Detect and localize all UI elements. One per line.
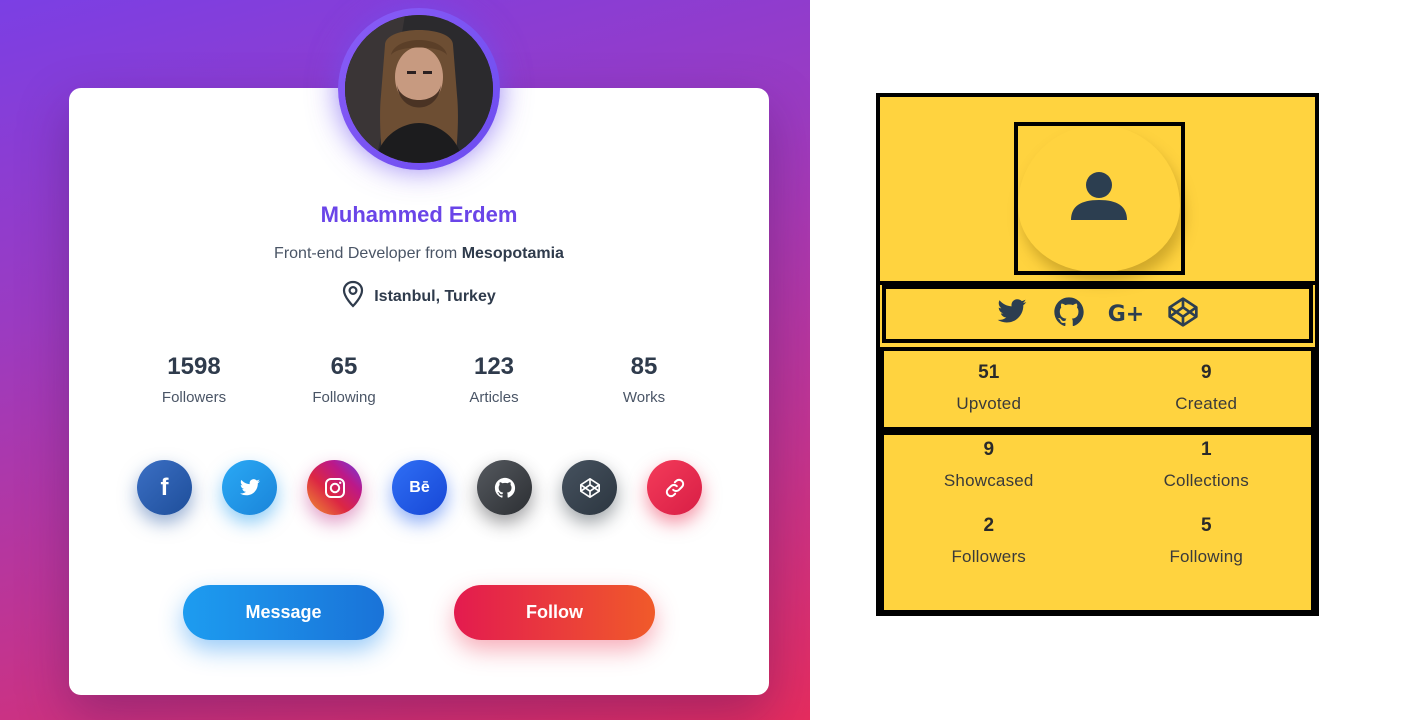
yellow-social-row: G+ [882,285,1313,343]
social-links: f Bē [137,460,702,516]
github-icon [1053,296,1085,333]
github-button[interactable] [477,460,532,515]
stat-label: Followers [951,547,1027,566]
stat-label: Followers [161,389,227,406]
stat-label: Created [1175,394,1238,413]
stat-value: 85 [630,353,658,380]
avatar[interactable] [345,15,493,163]
profile-role: Front-end Developer from Mesopotamia [69,245,769,263]
follow-button[interactable]: Follow [454,585,655,640]
role-prefix: Front-end Developer from [274,245,458,262]
profile-avatar-ring [338,8,500,170]
profile-name: Muhammed Erdem [320,202,518,227]
stat-value: 9 [983,439,995,460]
avatar-frame [1014,122,1185,275]
yellow-twitter-link[interactable] [994,296,1031,333]
stat-created[interactable]: 9 Created [1098,362,1316,414]
facebook-icon: f [160,473,169,501]
link-button[interactable] [647,460,702,515]
stat-value: 5 [1200,515,1212,536]
yellow-github-link[interactable] [1051,296,1088,333]
behance-icon: Bē [409,478,430,496]
link-icon [664,477,686,499]
role-place: Mesopotamia [461,245,564,262]
avatar-portrait [345,15,493,163]
yellow-stats-row-1: 51 Upvoted 9 Created [880,362,1315,414]
profile-card: Muhammed Erdem Front-end Developer from … [69,88,769,695]
message-button[interactable]: Message [183,585,384,640]
stat-value: 9 [1200,362,1212,383]
stat-label: Following [312,389,376,406]
stat-label: Following [1169,547,1244,566]
stat-value: 2 [983,515,995,536]
github-icon [494,477,516,499]
yellow-codepen-link[interactable] [1165,296,1202,333]
location-pin-icon [342,280,364,313]
stat-works[interactable]: 85 Works [569,353,719,406]
stat-label: Works [622,389,666,406]
stat-label: Showcased [943,471,1034,490]
facebook-button[interactable]: f [137,460,192,515]
profile-stats: 1598 Followers 65 Following 123 Articles… [119,353,719,406]
twitter-icon [239,478,261,497]
stat-collections[interactable]: 1 Collections [1098,439,1316,491]
instagram-button[interactable] [307,460,362,515]
stat-following[interactable]: 5 Following [1098,515,1316,567]
codepen-button[interactable] [562,460,617,515]
stat-label: Collections [1163,471,1249,490]
twitter-button[interactable] [222,460,277,515]
codepen-icon [1167,296,1199,333]
stat-value: 1598 [167,353,221,380]
stat-label: Articles [469,389,519,406]
behance-button[interactable]: Bē [392,460,447,515]
codepen-icon [579,477,601,499]
stat-followers[interactable]: 2 Followers [880,515,1098,567]
stat-value: 51 [978,362,1000,383]
stat-value: 1 [1200,439,1212,460]
stat-label: Upvoted [956,394,1022,413]
yellow-google-plus-link[interactable]: G+ [1108,296,1145,333]
stat-articles[interactable]: 123 Articles [419,353,569,406]
twitter-icon [996,298,1028,330]
stat-followers[interactable]: 1598 Followers [119,353,269,406]
location-text: Istanbul, Turkey [374,287,496,305]
instagram-icon [324,477,346,499]
yellow-stats-row-2: 9 Showcased 1 Collections [880,439,1315,491]
stat-showcased[interactable]: 9 Showcased [880,439,1098,491]
yellow-stats-row-3: 2 Followers 5 Following [880,515,1315,567]
stat-value: 123 [473,353,515,380]
gradient-background: Muhammed Erdem Front-end Developer from … [0,0,810,720]
stat-following[interactable]: 65 Following [269,353,419,406]
stat-value: 65 [330,353,358,380]
profile-location: Istanbul, Turkey [69,280,769,313]
stat-upvoted[interactable]: 51 Upvoted [880,362,1098,414]
google-plus-icon: G+ [1107,301,1145,327]
